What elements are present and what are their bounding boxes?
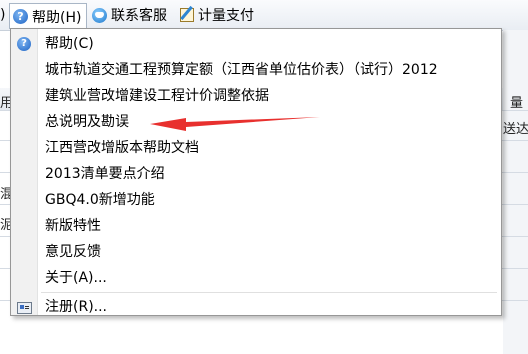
menu-item-general-notes-errata[interactable]: 总说明及勘误 — [13, 110, 499, 134]
menu-item-jiangxi-vat-help-doc[interactable]: 江西营改增版本帮助文档 — [13, 136, 499, 160]
measurement-payment-label: 计量支付 — [198, 8, 254, 24]
menu-item-rail-transit-quota[interactable]: 城市轨道交通工程预算定额（江西省单位估价表）（试行）2012 — [13, 58, 499, 82]
help-icon: ? — [13, 9, 28, 24]
menu-item-vat-pricing-basis[interactable]: 建筑业营改增建设工程计价调整依据 — [13, 84, 499, 108]
background-text: 送达立 — [503, 122, 528, 137]
toolbar-fragment: ) — [0, 7, 6, 23]
menu-item-label: 江西营改增版本帮助文档 — [45, 140, 199, 156]
menu-item-label: 建筑业营改增建设工程计价调整依据 — [45, 88, 269, 104]
menu-item-label: 意见反馈 — [45, 244, 101, 260]
menu-item-label: 城市轨道交通工程预算定额（江西省单位估价表）（试行）2012 — [45, 62, 438, 78]
menu-item-label: 新版特性 — [45, 218, 101, 234]
menu-item-label: 帮助(C) — [45, 36, 94, 52]
menu-item-feedback[interactable]: 意见反馈 — [13, 240, 499, 264]
menu-item-gbq-new-features[interactable]: GBQ4.0新增功能 — [13, 188, 499, 212]
menu-separator — [41, 292, 497, 293]
customer-service-icon — [92, 7, 107, 23]
menu-item-label: GBQ4.0新增功能 — [45, 192, 155, 208]
measurement-payment-button[interactable]: 计量支付 — [180, 4, 254, 26]
register-icon — [17, 302, 32, 314]
menu-item-help[interactable]: ? 帮助(C) — [13, 32, 499, 56]
menu-item-label: 总说明及勘误 — [45, 114, 129, 130]
help-menu-label: 帮助(H) — [32, 9, 82, 26]
background-column — [503, 30, 528, 354]
menu-item-new-version-features[interactable]: 新版特性 — [13, 214, 499, 238]
menu-toolbar: ) ? 帮助(H) 联系客服 计量支付 — [0, 0, 528, 31]
menu-item-label: 2013清单要点介绍 — [45, 166, 165, 182]
menu-item-about[interactable]: 关于(A)... — [13, 266, 499, 290]
help-dropdown-menu: ? 帮助(C) 城市轨道交通工程预算定额（江西省单位估价表）（试行）2012 建… — [10, 28, 502, 316]
pencil-document-icon — [180, 8, 194, 22]
menu-item-register[interactable]: 注册(R)... — [13, 295, 499, 319]
menu-item-label: 关于(A)... — [45, 270, 107, 286]
menu-item-2013-bill-intro[interactable]: 2013清单要点介绍 — [13, 162, 499, 186]
contact-support-label: 联系客服 — [111, 8, 167, 24]
help-menu-button[interactable]: ? 帮助(H) — [9, 3, 88, 29]
menu-item-label: 注册(R)... — [45, 299, 108, 315]
contact-support-button[interactable]: 联系客服 — [92, 4, 167, 26]
background-text: 量 — [510, 96, 524, 111]
help-icon: ? — [17, 37, 31, 51]
